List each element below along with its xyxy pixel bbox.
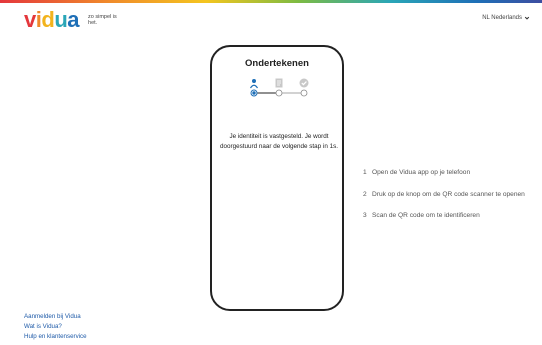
instruction-list: 1 Open de Vidua app op je telefoon 2 Dru… [363, 168, 533, 233]
language-selector[interactable]: NL Nederlands [482, 15, 530, 21]
page: vidua zo simpel is het. NL Nederlands On… [0, 0, 542, 345]
instruction-text: Scan de QR code om te identificeren [372, 212, 480, 219]
phone-mockup: Ondertekenen Je identiteit is vastgestel… [210, 45, 344, 311]
instruction-number: 3 [363, 212, 367, 219]
vidua-logo[interactable]: vidua zo simpel is het. [24, 9, 118, 31]
chevron-down-icon [524, 16, 530, 20]
logo-tagline: zo simpel is het. [88, 14, 117, 26]
instruction-item: 1 Open de Vidua app op je telefoon [363, 168, 533, 179]
checkmark-icon [299, 78, 309, 88]
instruction-number: 2 [363, 190, 367, 198]
person-icon [249, 79, 259, 89]
progress-stepper [249, 78, 309, 97]
footer-links: Aanmelden bij Vidua Wat is Vidua? Hulp e… [24, 312, 87, 342]
instruction-item: 2 Druk op de knop om de QR code scanner … [363, 190, 533, 201]
phone-title: Ondertekenen [245, 58, 309, 69]
document-icon [275, 78, 283, 88]
link-aanmelden[interactable]: Aanmelden bij Vidua [24, 312, 87, 322]
instruction-text: Open de Vidua app op je telefoon [372, 169, 471, 176]
link-hulp[interactable]: Hulp en klantenservice [24, 332, 87, 342]
logo-wordmark: vidua [24, 7, 80, 32]
step-dot-2 [275, 89, 283, 97]
step-dot-3 [300, 89, 308, 97]
instruction-number: 1 [363, 169, 367, 176]
status-message: Je identiteit is vastgesteld. Je wordt d… [220, 133, 338, 150]
language-label: NL Nederlands [482, 15, 522, 21]
instruction-item: 3 Scan de QR code om te identificeren [363, 211, 533, 222]
instruction-text: Druk op de knop om de QR code scanner te… [372, 190, 525, 198]
link-wat-is-vidua[interactable]: Wat is Vidua? [24, 322, 87, 332]
brand-color-stripe [0, 0, 542, 3]
